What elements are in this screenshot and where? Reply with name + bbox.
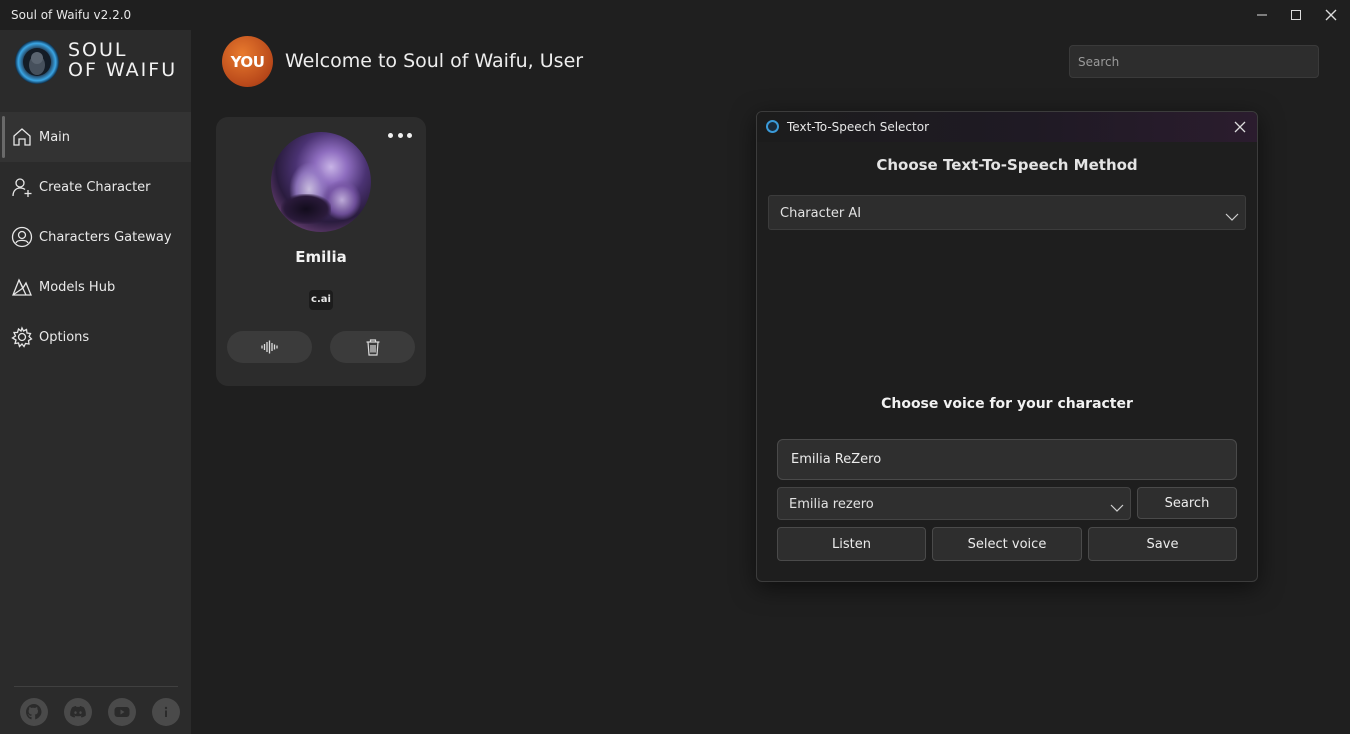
search-input[interactable] (1069, 45, 1319, 78)
voice-heading: Choose voice for your character (881, 396, 1133, 412)
dialog-titlebar: Text-To-Speech Selector (757, 112, 1257, 142)
sidebar-item-label: Options (39, 329, 90, 345)
app-logo-icon (766, 120, 779, 133)
voice-button[interactable] (227, 331, 312, 363)
home-icon (11, 126, 33, 148)
discord-icon[interactable] (64, 698, 92, 726)
tts-method-heading: Choose Text-To-Speech Method (876, 156, 1138, 174)
more-dot-icon (397, 132, 403, 138)
settings-icon (11, 326, 33, 348)
character-avatar (271, 132, 371, 232)
sidebar: SOUL OF WAIFU Main Create Character Char… (0, 30, 191, 734)
models-hub-icon (11, 276, 33, 298)
add-user-icon (11, 176, 33, 198)
dialog-title: Text-To-Speech Selector (787, 120, 929, 134)
more-dot-icon (407, 132, 412, 138)
sidebar-divider (14, 686, 178, 687)
minimize-icon (1257, 14, 1267, 16)
sidebar-nav: Main Create Character Characters Gateway… (0, 112, 191, 362)
chevron-down-icon (1225, 207, 1239, 226)
more-dot-icon (388, 132, 393, 138)
logo-emblem-icon (15, 40, 59, 84)
welcome-title: Welcome to Soul of Waifu, User (285, 50, 584, 72)
card-menu-button[interactable] (388, 129, 412, 141)
audio-waveform-icon (260, 340, 278, 354)
info-icon[interactable] (152, 698, 180, 726)
app-logo: SOUL OF WAIFU (13, 38, 183, 88)
trash-icon (366, 339, 379, 356)
characters-gateway-icon (11, 226, 33, 248)
listen-button[interactable]: Listen (777, 527, 926, 561)
user-avatar[interactable]: YOU (222, 36, 273, 87)
character-name: Emilia (295, 248, 347, 266)
sidebar-item-characters-gateway[interactable]: Characters Gateway (0, 212, 191, 262)
maximize-icon (1291, 10, 1301, 20)
tts-selector-dialog: Text-To-Speech Selector Choose Text-To-S… (756, 111, 1258, 582)
sidebar-item-options[interactable]: Options (0, 312, 191, 362)
character-card[interactable]: Emilia c.ai (216, 117, 426, 386)
select-voice-button[interactable]: Select voice (932, 527, 1082, 561)
logo-text-line2: OF WAIFU (68, 59, 178, 81)
sidebar-item-models-hub[interactable]: Models Hub (0, 262, 191, 312)
sidebar-footer (20, 698, 180, 726)
voice-search-button[interactable]: Search (1137, 487, 1237, 519)
sidebar-item-label: Models Hub (39, 279, 116, 295)
logo-text-line1: SOUL (68, 39, 128, 61)
sidebar-item-create-character[interactable]: Create Character (0, 162, 191, 212)
dialog-close-button[interactable] (1229, 116, 1251, 138)
sidebar-item-label: Create Character (39, 179, 151, 195)
tts-method-value: Character AI (780, 206, 862, 221)
tts-method-select[interactable]: Character AI (768, 195, 1246, 230)
close-window-button[interactable] (1316, 4, 1346, 26)
maximize-button[interactable] (1281, 4, 1311, 26)
logo-text: SOUL OF WAIFU (68, 40, 177, 80)
github-icon[interactable] (20, 698, 48, 726)
chevron-down-icon (1110, 498, 1124, 517)
youtube-icon[interactable] (108, 698, 136, 726)
window-titlebar: Soul of Waifu v2.2.0 (0, 0, 1350, 30)
close-icon (1325, 9, 1337, 21)
sidebar-item-label: Characters Gateway (39, 229, 172, 245)
delete-character-button[interactable] (330, 331, 415, 363)
save-button[interactable]: Save (1088, 527, 1237, 561)
close-icon (1234, 121, 1246, 133)
sidebar-item-label: Main (39, 129, 71, 145)
sidebar-item-main[interactable]: Main (0, 112, 191, 162)
character-source-badge: c.ai (309, 290, 333, 310)
app-title: Soul of Waifu v2.2.0 (11, 8, 132, 22)
voice-select-value: Emilia rezero (789, 497, 874, 512)
minimize-button[interactable] (1247, 4, 1277, 26)
voice-search-input[interactable] (777, 439, 1237, 480)
voice-select[interactable]: Emilia rezero (777, 487, 1131, 520)
